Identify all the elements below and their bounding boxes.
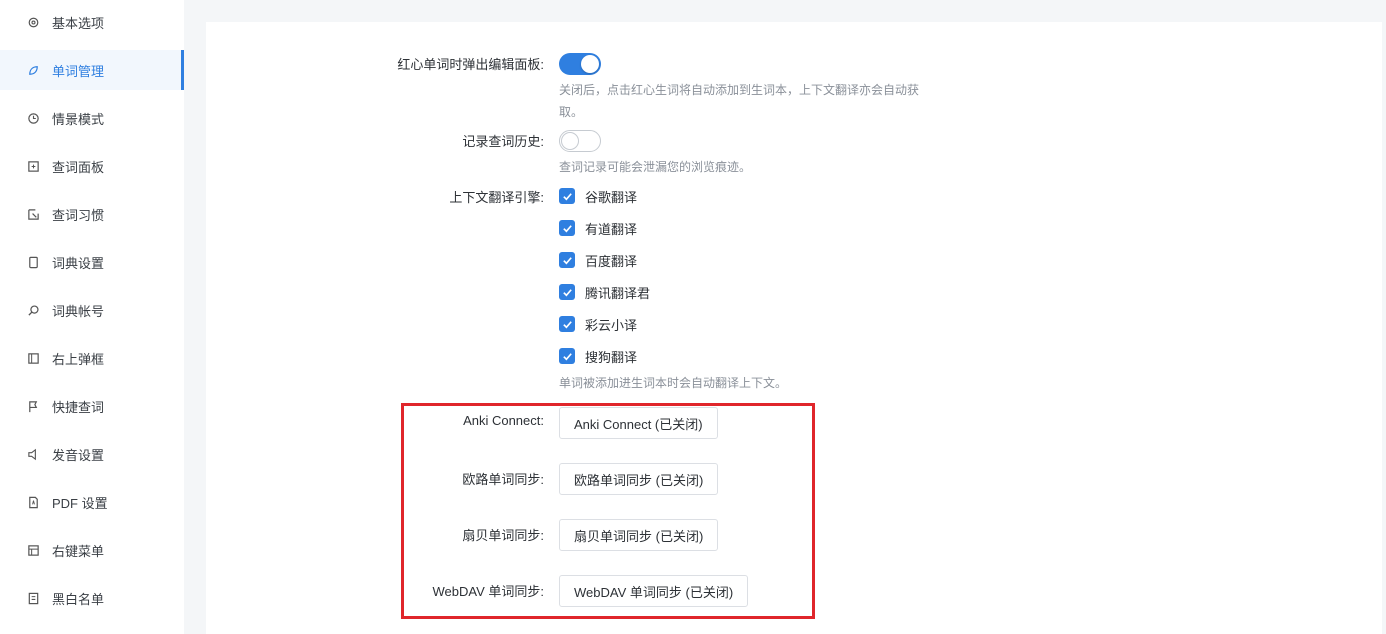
history-toggle[interactable] bbox=[559, 130, 601, 152]
window-icon bbox=[26, 351, 40, 365]
red-heart-editor-hint-line2: 取。 bbox=[559, 105, 584, 119]
book-icon bbox=[26, 255, 40, 269]
checkbox[interactable] bbox=[559, 284, 575, 300]
sidebar-item-label: 词典设置 bbox=[52, 255, 105, 271]
sidebar-item-label: 右上弹框 bbox=[52, 351, 105, 367]
toggle-knob bbox=[581, 55, 599, 73]
engine-option-youdao[interactable]: 有道翻译 bbox=[559, 219, 637, 237]
sidebar-item-label: 发音设置 bbox=[52, 447, 105, 463]
toggle-knob bbox=[561, 132, 579, 150]
panel-icon bbox=[26, 159, 40, 173]
search-icon bbox=[26, 303, 40, 317]
sidebar-item-label: 单词管理 bbox=[52, 63, 105, 79]
check-icon bbox=[562, 256, 572, 264]
sidebar-item-label: 情景模式 bbox=[52, 111, 105, 127]
context-engines-hint: 单词被添加进生词本时会自动翻译上下文。 bbox=[559, 376, 788, 390]
sidebar-item-label: PDF 设置 bbox=[52, 495, 108, 511]
engine-option-label: 谷歌翻译 bbox=[585, 189, 638, 205]
checkbox[interactable] bbox=[559, 220, 575, 236]
sidebar-item-dictionary-settings[interactable]: 词典设置 bbox=[0, 242, 184, 282]
checkbox[interactable] bbox=[559, 252, 575, 268]
engine-option-label: 有道翻译 bbox=[585, 221, 638, 237]
engine-option-tencent[interactable]: 腾讯翻译君 bbox=[559, 283, 650, 301]
sidebar-item-word-management[interactable]: 单词管理 bbox=[0, 50, 184, 90]
flag-icon bbox=[26, 399, 40, 413]
engine-option-label: 彩云小译 bbox=[585, 317, 638, 333]
pdf-icon bbox=[26, 495, 40, 509]
check-icon bbox=[562, 320, 572, 328]
engine-option-google[interactable]: 谷歌翻译 bbox=[559, 187, 637, 205]
settings-panel: 红心单词时弹出编辑面板: 关闭后，点击红心生词将自动添加到生词本，上下文翻译亦会… bbox=[206, 22, 1382, 634]
app-root: 基本选项 单词管理 情景模式 查词面板 查词习惯 词典设置 词典帐号 右上弹框 … bbox=[0, 0, 1386, 634]
shanbay-sync-label: 扇贝单词同步: bbox=[462, 528, 544, 543]
sidebar-item-basic[interactable]: 基本选项 bbox=[0, 2, 184, 42]
speaker-icon bbox=[26, 447, 40, 461]
sidebar-item-label: 黑白名单 bbox=[52, 591, 105, 607]
checkbox[interactable] bbox=[559, 348, 575, 364]
shanbay-sync-button[interactable]: 扇贝单词同步 (已关闭) bbox=[559, 519, 719, 551]
sidebar-item-scenario-mode[interactable]: 情景模式 bbox=[0, 98, 184, 138]
context-engines-label: 上下文翻译引擎: bbox=[449, 190, 544, 205]
menu-icon bbox=[26, 543, 40, 557]
sidebar-item-label: 右键菜单 bbox=[52, 543, 105, 559]
sidebar-item-lookup-habits[interactable]: 查词习惯 bbox=[0, 194, 184, 234]
check-icon bbox=[562, 352, 572, 360]
history-hint: 查词记录可能会泄漏您的浏览痕迹。 bbox=[559, 160, 752, 174]
engine-option-baidu[interactable]: 百度翻译 bbox=[559, 251, 637, 269]
anki-connect-label: Anki Connect: bbox=[463, 413, 544, 428]
check-icon bbox=[562, 192, 572, 200]
engine-option-label: 搜狗翻译 bbox=[585, 349, 638, 365]
sidebar-item-quick-lookup[interactable]: 快捷查词 bbox=[0, 386, 184, 426]
eudic-sync-button[interactable]: 欧路单词同步 (已关闭) bbox=[559, 463, 719, 495]
engine-option-caiyun[interactable]: 彩云小译 bbox=[559, 315, 637, 333]
webdav-sync-label: WebDAV 单词同步: bbox=[432, 584, 544, 599]
list-icon bbox=[26, 591, 40, 605]
sidebar-item-label: 词典帐号 bbox=[52, 303, 105, 319]
red-heart-editor-label: 红心单词时弹出编辑面板: bbox=[397, 57, 544, 72]
check-icon bbox=[562, 288, 572, 296]
leaf-icon bbox=[26, 63, 40, 77]
sidebar-item-lookup-panel[interactable]: 查词面板 bbox=[0, 146, 184, 186]
sidebar-item-pronunciation[interactable]: 发音设置 bbox=[0, 434, 184, 474]
sidebar-item-top-right-popup[interactable]: 右上弹框 bbox=[0, 338, 184, 378]
eudic-sync-label: 欧路单词同步: bbox=[462, 472, 544, 487]
cursor-icon bbox=[26, 207, 40, 221]
red-heart-editor-hint-line1: 关闭后，点击红心生词将自动添加到生词本，上下文翻译亦会自动获 bbox=[559, 83, 920, 97]
sidebar-item-label: 查词习惯 bbox=[52, 207, 105, 223]
sidebar-item-label: 查词面板 bbox=[52, 159, 105, 175]
sidebar-item-dictionary-account[interactable]: 词典帐号 bbox=[0, 290, 184, 330]
checkbox[interactable] bbox=[559, 316, 575, 332]
engine-option-sogou[interactable]: 搜狗翻译 bbox=[559, 347, 637, 365]
red-heart-editor-toggle[interactable] bbox=[559, 53, 601, 75]
checkbox[interactable] bbox=[559, 188, 575, 204]
engine-option-label: 腾讯翻译君 bbox=[585, 285, 651, 301]
sidebar-item-context-menu[interactable]: 右键菜单 bbox=[0, 530, 184, 570]
gear-icon bbox=[26, 15, 40, 29]
clock-icon bbox=[26, 111, 40, 125]
engine-option-label: 百度翻译 bbox=[585, 253, 638, 269]
history-label: 记录查词历史: bbox=[462, 134, 544, 149]
sidebar-item-pdf-settings[interactable]: PDF 设置 bbox=[0, 482, 184, 522]
sidebar-item-label: 快捷查词 bbox=[52, 399, 105, 415]
webdav-sync-button[interactable]: WebDAV 单词同步 (已关闭) bbox=[559, 575, 749, 607]
check-icon bbox=[562, 224, 572, 232]
sidebar-item-label: 基本选项 bbox=[52, 15, 105, 31]
anki-connect-button[interactable]: Anki Connect (已关闭) bbox=[559, 407, 718, 439]
sidebar-item-black-white-list[interactable]: 黑白名单 bbox=[0, 578, 184, 618]
sidebar: 基本选项 单词管理 情景模式 查词面板 查词习惯 词典设置 词典帐号 右上弹框 … bbox=[0, 0, 184, 634]
